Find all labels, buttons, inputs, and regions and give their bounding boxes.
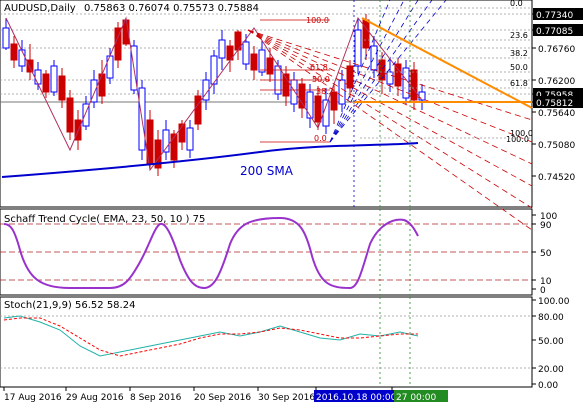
fan-label: 50.0 bbox=[312, 75, 330, 84]
price-tick-label: 0.75080 bbox=[538, 141, 575, 151]
candle-body bbox=[186, 127, 194, 151]
candle-body bbox=[242, 41, 250, 65]
candle-body bbox=[306, 91, 314, 119]
price-tag-label: 0.77085 bbox=[536, 27, 573, 37]
candle-body bbox=[66, 97, 74, 133]
candle-body bbox=[58, 75, 66, 101]
candle-body bbox=[194, 95, 202, 125]
fib-level-label: 61.8 bbox=[510, 79, 528, 88]
fib-level-label: 0.0 bbox=[510, 0, 523, 8]
price-tag-label: 0.77340 bbox=[536, 11, 573, 21]
fan-label: 38.2 bbox=[316, 87, 334, 96]
stc-tick-label: 90 bbox=[540, 221, 552, 231]
price-tick-label: 0.74520 bbox=[538, 173, 575, 183]
stc-axis: 1009050100 bbox=[532, 212, 557, 296]
price-tick-label: 0.76760 bbox=[538, 45, 575, 55]
price-axis: 0.773400.770850.767600.762000.759580.758… bbox=[532, 8, 583, 183]
candle-body bbox=[2, 27, 10, 49]
fib-level-label: 100.0 bbox=[510, 129, 533, 138]
candle-body bbox=[290, 79, 298, 105]
date-axis: 17 Aug 2016 29 Aug 2016 8 Sep 2016 20 Sep 2… bbox=[3, 387, 448, 403]
candle-body bbox=[34, 69, 42, 85]
fan-label: 0.0 bbox=[314, 134, 327, 143]
candle-body bbox=[218, 39, 226, 59]
date-tick-label: 30 Sep 2016 bbox=[258, 393, 315, 403]
stc-tick-label: 0 bbox=[540, 286, 546, 296]
candle-body bbox=[354, 29, 362, 67]
fan-label: 100.0 bbox=[306, 16, 329, 25]
candle-body bbox=[410, 69, 418, 101]
date-tick-label: 20 Sep 2016 bbox=[194, 393, 251, 403]
stoch-axis: 100.00 80.00 50.00 20.00 0.00 bbox=[532, 297, 570, 391]
price-tick-label: 0.76200 bbox=[538, 77, 575, 87]
candle-body bbox=[266, 57, 274, 75]
fib-level-label: 23.6 bbox=[510, 31, 528, 40]
sma-label: 200 SMA bbox=[240, 164, 294, 178]
candle-body bbox=[298, 83, 306, 109]
chart-title: AUDUSD,Daily bbox=[4, 3, 76, 14]
fib-level-label: 50.0 bbox=[510, 63, 528, 72]
stoch-tick-label: 50.00 bbox=[538, 337, 564, 347]
candle-body bbox=[10, 43, 18, 61]
date-tick-label: 29 Aug 2016 bbox=[66, 393, 124, 403]
stoch-title: Stoch(21,9,9) 56.52 58.24 bbox=[4, 300, 135, 311]
stoch-tick-label: 20.00 bbox=[538, 365, 564, 375]
candle-body bbox=[250, 53, 258, 71]
candle-body bbox=[106, 55, 114, 79]
candle-body bbox=[26, 59, 34, 73]
fib-level-label: 38.2 bbox=[510, 49, 528, 58]
date-tick-label: 17 Aug 2016 bbox=[4, 393, 62, 403]
date-tick-label: 8 Sep 2016 bbox=[130, 393, 182, 403]
candle-body bbox=[50, 65, 58, 93]
stoch-tick-label: 0.00 bbox=[538, 381, 558, 391]
trading-chart[interactable]: 100.0 61.8 50.0 38.2 0.0 100.0 0.0 23.6 38.2 50.0… bbox=[0, 0, 584, 408]
stoch-tick-label: 100.00 bbox=[538, 297, 570, 307]
chart-window: 100.0 61.8 50.0 38.2 0.0 100.0 0.0 23.6 38.2 50.0… bbox=[0, 0, 584, 408]
date-tag-label: 27 00:00 bbox=[396, 393, 437, 403]
price-tag-label: 0.75812 bbox=[536, 99, 573, 109]
candle-body bbox=[258, 49, 266, 73]
price-tick-label: 0.75640 bbox=[538, 109, 575, 119]
stoch-tick-label: 80.00 bbox=[538, 313, 564, 323]
stc-title: Schaff Trend Cycle( EMA, 23, 50, 10 ) 75 bbox=[4, 214, 205, 225]
candle-body bbox=[42, 73, 50, 93]
candle-body bbox=[98, 73, 106, 97]
stc-tick-label: 50 bbox=[540, 249, 552, 259]
candle-body bbox=[314, 95, 322, 123]
candle-body bbox=[362, 19, 370, 49]
ohlc-values: 0.75863 0.76074 0.75573 0.75884 bbox=[84, 3, 259, 14]
date-tag-label: 2016.10.18 00:00 bbox=[316, 393, 397, 403]
candle-body bbox=[18, 49, 26, 67]
candle-body bbox=[386, 71, 394, 85]
candle-body bbox=[418, 91, 426, 101]
candle-body bbox=[338, 79, 346, 105]
fan-label: 61.8 bbox=[310, 63, 328, 72]
